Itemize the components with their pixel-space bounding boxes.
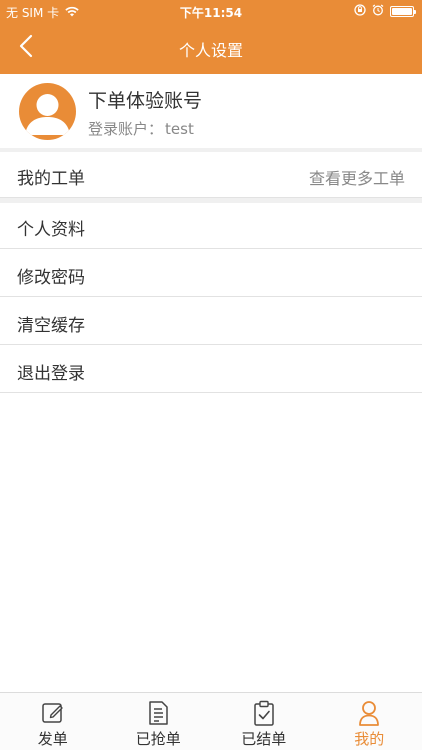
clipboard-check-icon (251, 700, 277, 726)
my-orders-row[interactable]: 我的工单 查看更多工单 (0, 152, 422, 198)
menu-item-change-password[interactable]: 修改密码 (0, 251, 422, 297)
status-bar: 无 SIM 卡 下午11:54 (0, 0, 422, 22)
user-icon (356, 700, 382, 726)
profile-account: 登录账户： test (88, 118, 194, 139)
navigation-bar: 个人设置 (0, 22, 422, 74)
rotation-lock-icon (354, 4, 366, 19)
tab-bar: 发单 已抢单 已结单 我的 (0, 692, 422, 750)
tab-label: 已抢单 (135, 730, 181, 748)
tab-label: 已结单 (241, 730, 287, 748)
profile-name: 下单体验账号 (88, 90, 203, 112)
alarm-icon (372, 4, 384, 19)
my-orders-label: 我的工单 (17, 169, 85, 189)
status-right (354, 4, 416, 19)
menu-item-logout[interactable]: 退出登录 (0, 347, 422, 393)
tab-completed-orders[interactable]: 已结单 (211, 693, 317, 750)
tab-label: 发单 (37, 730, 68, 748)
menu-item-clear-cache[interactable]: 清空缓存 (0, 299, 422, 345)
tab-mine[interactable]: 我的 (317, 693, 422, 750)
menu-item-label: 个人资料 (17, 220, 85, 240)
view-more-orders-link[interactable]: 查看更多工单 (309, 165, 405, 189)
account-value: test (165, 120, 194, 138)
battery-icon (390, 6, 416, 17)
tab-grabbed-orders[interactable]: 已抢单 (106, 693, 212, 750)
menu-item-label: 清空缓存 (17, 316, 85, 336)
user-avatar-icon (25, 94, 70, 135)
menu-item-label: 修改密码 (17, 268, 85, 288)
tab-label: 我的 (354, 730, 385, 748)
page-title: 个人设置 (178, 41, 243, 60)
menu-item-label: 退出登录 (17, 364, 85, 384)
profile-header: 下单体验账号 登录账户： test (0, 74, 422, 148)
tab-post-order[interactable]: 发单 (0, 693, 106, 750)
menu-item-profile[interactable]: 个人资料 (0, 203, 422, 249)
edit-icon (40, 700, 66, 726)
avatar (19, 83, 76, 140)
account-label: 登录账户： (88, 120, 164, 138)
document-icon (145, 700, 171, 726)
